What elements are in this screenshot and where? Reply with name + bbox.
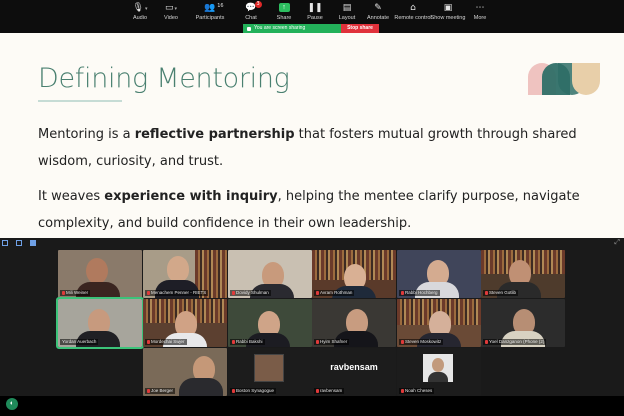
title-underline	[38, 100, 122, 102]
participant-tile[interactable]: Boston Synagogue	[228, 348, 312, 396]
participant-display-name: ravbensam	[330, 362, 378, 372]
participant-tile[interactable]: Hyim Shafner	[312, 299, 396, 347]
meeting-toolbar: 🎙▾ Audio ▭▾ Video 👥 16 Participants 💬 3 Ch…	[0, 0, 624, 24]
participant-name: Steven Gotlib	[483, 290, 519, 296]
pause-icon: ❚❚	[307, 3, 323, 13]
stop-share-button[interactable]: Stop share	[341, 24, 379, 33]
slide-paragraph-1: Mentoring is a reflective partnership th…	[38, 127, 577, 169]
show-meeting-icon: ▣	[443, 3, 453, 13]
microphone-icon: 🎙▾	[132, 3, 148, 13]
gallery-controls: ⤢	[0, 238, 624, 248]
participants-icon: 👥 16	[204, 3, 224, 13]
participant-tile[interactable]: Dovidy Shulman	[228, 250, 312, 298]
participant-name: ravbensam	[314, 388, 345, 394]
participant-tile[interactable]: Rabbi Bakshi	[228, 299, 312, 347]
avatar	[423, 354, 453, 382]
gallery-view-icon[interactable]	[30, 240, 36, 246]
participant-tile[interactable]: Menachem Penner - RIETS	[143, 250, 227, 298]
participant-name: Menachem Penner - RIETS	[145, 290, 209, 296]
participant-name: Dovidy Shulman	[230, 290, 271, 296]
participant-name: Yoel Danzganon (Phone (2)	[483, 339, 547, 345]
participant-tile[interactable]: Yoel Danzganon (Phone (2)	[481, 299, 565, 347]
participant-name: Rabbi Bakshi	[230, 339, 265, 345]
chat-icon: 💬 3	[245, 1, 262, 13]
participant-tile[interactable]: Noah Cheses	[397, 348, 481, 396]
participant-tile[interactable]: Mili Weiner	[58, 250, 142, 298]
slide-paragraph-2: It weaves experience with inquiry, helpi…	[38, 189, 580, 231]
view-option-icon[interactable]	[2, 240, 8, 246]
participant-name: Hyim Shafner	[314, 339, 350, 345]
participant-tile-active-speaker[interactable]: Yordan Auerbach	[56, 297, 144, 349]
participant-tile[interactable]: Rabbi Hochberg	[397, 250, 481, 298]
participant-name: Noah Cheses	[399, 388, 435, 394]
expand-icon[interactable]: ⤢	[614, 239, 620, 247]
avatar	[254, 354, 284, 382]
share-status-icon	[247, 26, 251, 31]
participant-name: Joe Berger	[145, 388, 176, 394]
participant-name: Mili Weiner	[60, 290, 91, 296]
participant-tile[interactable]: Steven Moskowitz	[397, 299, 481, 347]
participant-tile[interactable]: Avram Rothman	[312, 250, 396, 298]
app-icon[interactable]: ◐	[6, 398, 18, 410]
participants-button[interactable]: 👥 16 Participants	[188, 2, 232, 24]
view-option-icon[interactable]	[16, 240, 22, 246]
participant-name: Steven Moskowitz	[399, 339, 444, 345]
share-screen-icon: ↑	[278, 3, 290, 12]
annotate-pen-icon: ✎	[374, 3, 382, 13]
participant-name: Avram Rothman	[314, 290, 355, 296]
participant-name: Boston Synagogue	[230, 388, 277, 394]
participant-tile[interactable]: ravbensam ravbensam	[312, 348, 396, 396]
video-gallery: ⤢ Mili Weiner Menachem Penner - RIETS Do…	[0, 238, 624, 396]
slide-title: Defining Mentoring	[38, 63, 290, 94]
zoom-window: 🎙▾ Audio ▭▾ Video 👥 16 Participants 💬 3 Ch…	[0, 0, 624, 416]
participant-name: Rabbi Hochberg	[399, 290, 440, 296]
more-icon: ⋯	[475, 3, 485, 13]
participant-name: Mordechai Swjer	[145, 339, 187, 345]
participant-tile[interactable]: Mordechai Swjer	[143, 299, 227, 347]
share-status[interactable]: You are screen sharing	[243, 24, 341, 33]
shared-slide: Defining Mentoring Mentoring is a reflec…	[0, 33, 624, 238]
more-button[interactable]: ⋯ More	[458, 2, 502, 24]
brand-logo	[528, 63, 600, 95]
video-button[interactable]: ▭▾ Video	[149, 2, 193, 24]
screen-sharing-banner: You are screen sharing Stop share	[243, 24, 379, 33]
participant-tile[interactable]: Joe Berger	[143, 348, 227, 396]
participant-tile[interactable]: Steven Gotlib	[481, 250, 565, 298]
remote-control-icon: ⌂	[410, 3, 416, 13]
layout-icon: ▤	[342, 3, 352, 13]
participant-name: Yordan Auerbach	[60, 339, 99, 345]
video-camera-icon: ▭▾	[164, 3, 178, 13]
bottom-strip: ◐	[0, 396, 624, 416]
